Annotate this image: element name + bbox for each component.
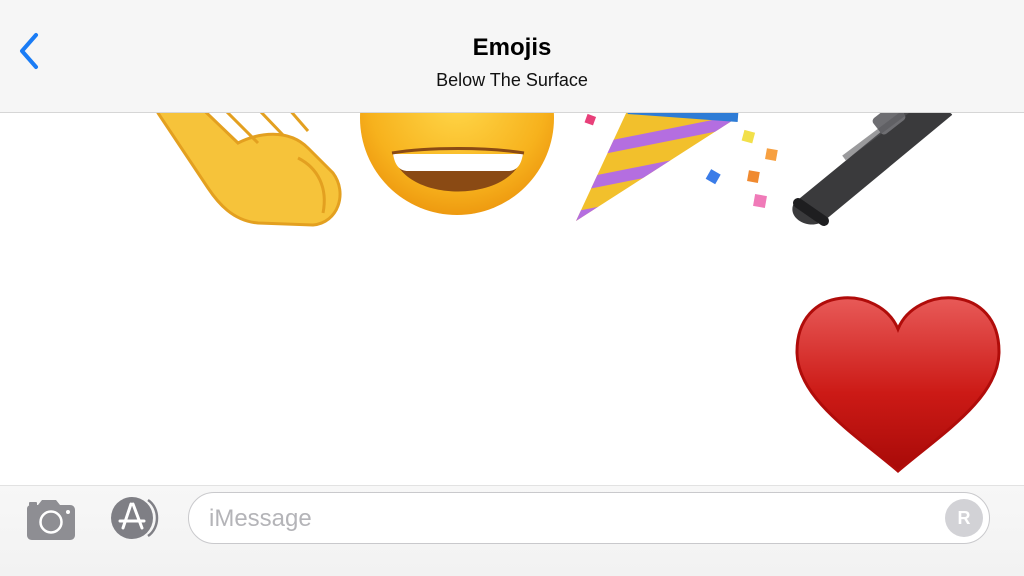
- conversation-title[interactable]: Emojis: [0, 34, 1024, 62]
- camera-icon: [27, 500, 75, 540]
- app-store-icon: [111, 497, 159, 539]
- navigation-bar: Emojis Below The Surface: [0, 0, 1024, 113]
- heart-emoji[interactable]: [794, 277, 1002, 475]
- app-store-button[interactable]: [106, 494, 162, 542]
- contact-avatar[interactable]: R: [945, 499, 983, 537]
- message-field[interactable]: R: [188, 492, 990, 544]
- camera-button[interactable]: [24, 499, 78, 541]
- message-list[interactable]: [0, 113, 1024, 485]
- raised-back-of-hand-emoji[interactable]: [148, 113, 348, 233]
- microphone-emoji[interactable]: [784, 113, 964, 229]
- messages-screen: Emojis Below The Surface iMessage R: [0, 0, 1024, 576]
- grinning-face-emoji[interactable]: [358, 113, 556, 217]
- message-input[interactable]: [207, 493, 911, 544]
- conversation-subtitle: Below The Surface: [436, 70, 588, 90]
- composer-bar: R: [0, 485, 1024, 576]
- party-popper-emoji[interactable]: [568, 113, 788, 231]
